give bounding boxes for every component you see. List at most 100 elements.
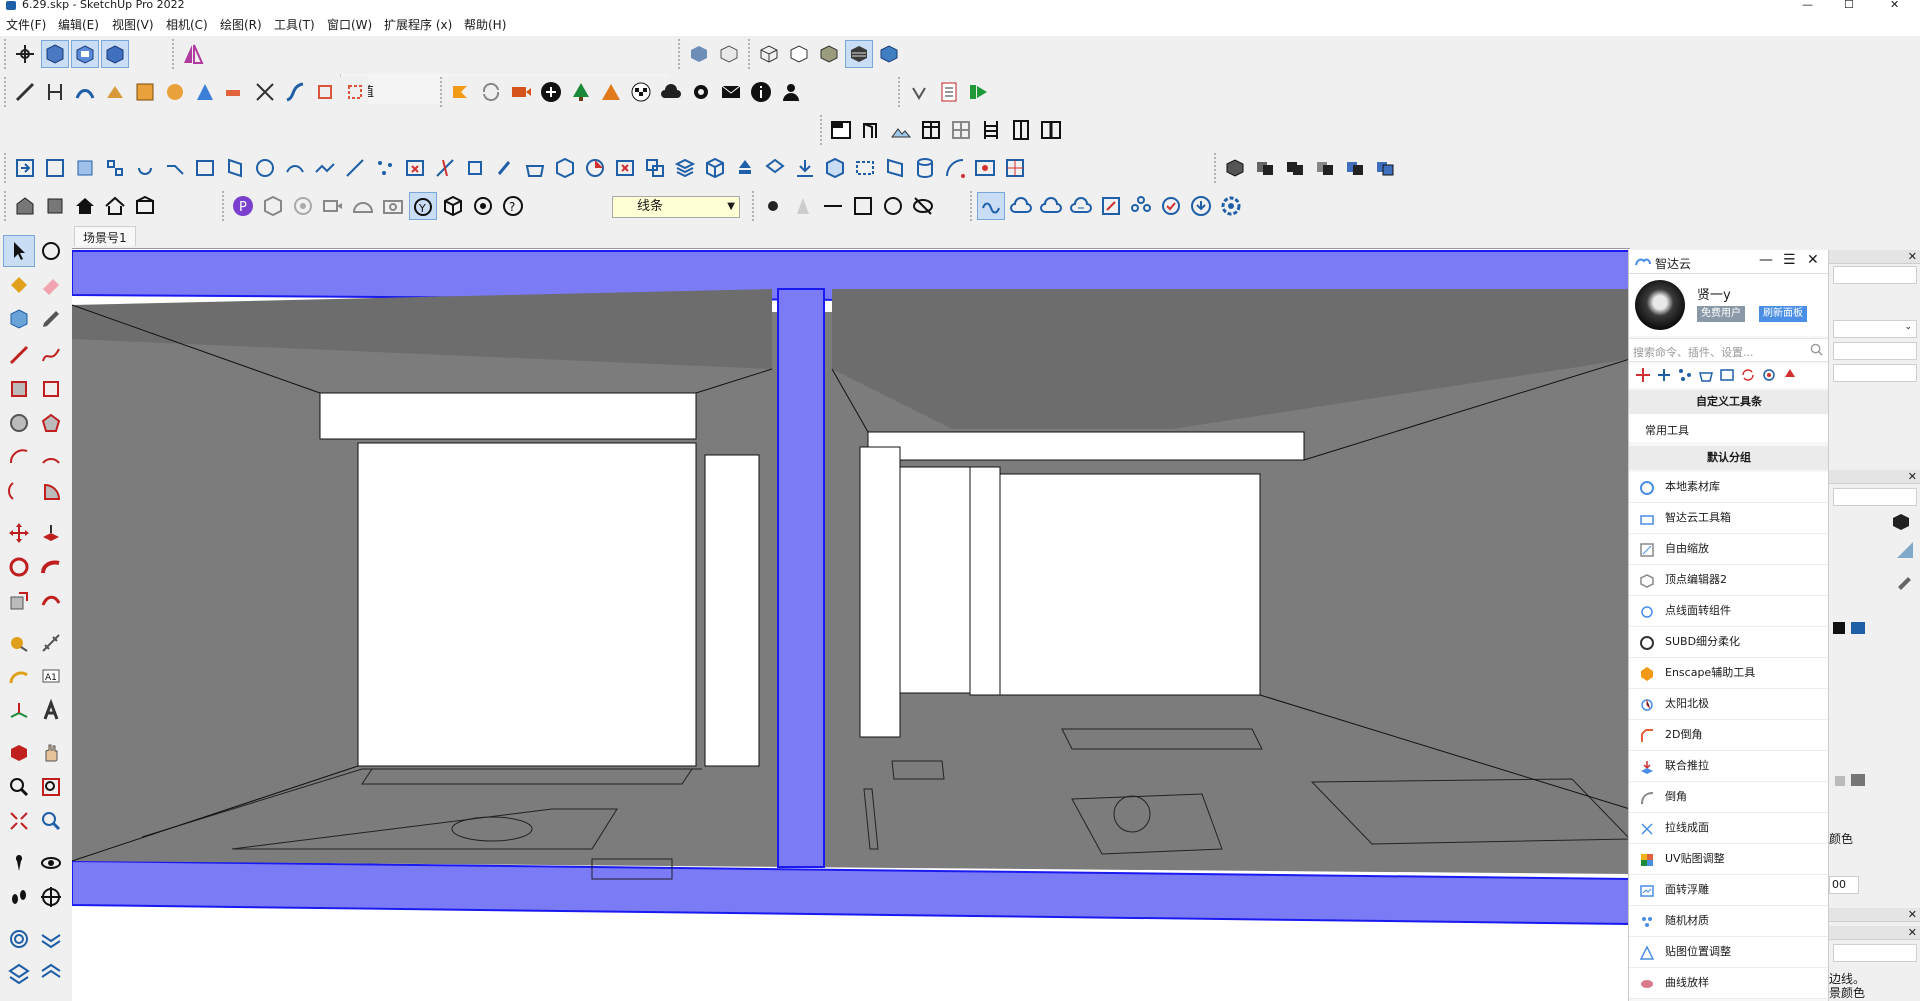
pencil-icon[interactable] [36, 304, 66, 334]
freehand-icon[interactable] [36, 340, 66, 370]
video-camera-icon[interactable] [320, 193, 346, 219]
cylinder-icon[interactable] [912, 155, 938, 181]
cloud-user-icon[interactable] [1008, 193, 1034, 219]
door-open-icon[interactable] [858, 117, 884, 143]
mirror-icon[interactable] [180, 41, 206, 67]
plugin-item[interactable]: Enscape辅助工具 [1629, 658, 1829, 689]
orbit-icon[interactable] [36, 236, 66, 266]
solid-split-icon[interactable] [1372, 155, 1398, 181]
solid-subtract-icon[interactable] [1312, 155, 1338, 181]
arc-tool-icon[interactable] [4, 442, 34, 472]
curve-tool-icon[interactable] [282, 79, 308, 105]
info-icon[interactable] [748, 79, 774, 105]
frame-select-icon[interactable] [852, 155, 878, 181]
move-axes-icon[interactable] [12, 41, 38, 67]
ungroup-icon[interactable] [342, 79, 368, 105]
landscape-icon[interactable] [888, 117, 914, 143]
tray-field[interactable] [1833, 944, 1917, 962]
wireframe-icon[interactable] [756, 41, 782, 67]
panel-icon[interactable] [222, 155, 248, 181]
settings-gear-icon[interactable] [688, 79, 714, 105]
plugin-item[interactable]: 随机材质 [1629, 906, 1829, 937]
expand-square-icon[interactable] [1098, 193, 1124, 219]
tray-eyedropper-icon[interactable] [1895, 570, 1915, 590]
select-box-icon[interactable] [72, 155, 98, 181]
double-door-icon[interactable] [1038, 117, 1064, 143]
zoom-extents-icon[interactable] [4, 806, 34, 836]
axes-tool-icon[interactable] [4, 696, 34, 726]
quick-target-icon[interactable] [1761, 367, 1777, 383]
hide-eye-icon[interactable] [910, 193, 936, 219]
line-draw-icon[interactable] [4, 340, 34, 370]
flag-face-icon[interactable] [882, 155, 908, 181]
cloud-download-icon[interactable] [1038, 193, 1064, 219]
menu-help[interactable]: 帮助(H) [464, 16, 506, 33]
pushpull-icon[interactable] [102, 79, 128, 105]
weld-icon[interactable] [162, 155, 188, 181]
arc-2pt-icon[interactable] [36, 442, 66, 472]
circle-download-icon[interactable] [1188, 193, 1214, 219]
warehouse-icon[interactable] [12, 193, 38, 219]
tray-close-icon[interactable]: ✕ [1908, 908, 1917, 921]
tray-spinner[interactable]: 00 [1829, 876, 1859, 894]
cloud-upload-icon[interactable] [658, 79, 684, 105]
tray-field[interactable] [1833, 266, 1917, 284]
rectangle-tool-icon[interactable] [4, 374, 34, 404]
rotated-rect-icon[interactable] [36, 374, 66, 404]
plugin-item[interactable]: 顶点编辑器2 [1629, 565, 1829, 596]
arc-3pt-icon[interactable] [4, 476, 34, 506]
tray-paint-icon[interactable] [1889, 510, 1913, 534]
quick-box-icon[interactable] [1719, 367, 1735, 383]
menu-tools[interactable]: 工具(T) [274, 16, 315, 33]
cloud-sync-icon[interactable] [977, 192, 1005, 220]
tape-measure-icon[interactable] [4, 628, 34, 658]
add-circle-icon[interactable] [538, 79, 564, 105]
pushpull-tool-icon[interactable] [36, 518, 66, 548]
tray-close-icon[interactable]: ✕ [1908, 470, 1917, 483]
polyline-icon[interactable] [312, 155, 338, 181]
plugin-item[interactable]: 太阳北极 [1629, 689, 1829, 720]
panel-close-button[interactable]: ✕ [1807, 252, 1819, 268]
split-edge-icon[interactable] [432, 155, 458, 181]
plugin-item[interactable]: 2D倒角 [1629, 720, 1829, 751]
minimize-button[interactable]: — [1802, 0, 1813, 10]
menu-extensions[interactable]: 扩展程序 (x) [384, 16, 452, 33]
dot-point-icon[interactable] [760, 193, 786, 219]
navigate-cross-icon[interactable] [36, 882, 66, 912]
monochrome-icon[interactable] [876, 41, 902, 67]
solid-outer-shell-icon[interactable] [1222, 155, 1248, 181]
dash-line-icon[interactable] [820, 193, 846, 219]
menu-file[interactable]: 文件(F) [6, 16, 46, 33]
photo-camera-icon[interactable] [380, 193, 406, 219]
polygon-tool-icon[interactable] [36, 408, 66, 438]
follow-me-icon[interactable] [72, 79, 98, 105]
maximize-button[interactable]: ☐ [1844, 0, 1854, 10]
pie-section-icon[interactable] [582, 155, 608, 181]
cross-box-icon[interactable] [612, 155, 638, 181]
sandbox-drape-icon[interactable] [36, 958, 66, 988]
delete-box-icon[interactable] [402, 155, 428, 181]
move-tool-icon[interactable] [4, 518, 34, 548]
front-view-icon[interactable] [101, 40, 129, 68]
circle-tool-icon[interactable] [4, 408, 34, 438]
cog-settings-icon[interactable] [1218, 193, 1244, 219]
menu-camera[interactable]: 相机(C) [166, 16, 208, 33]
orbit-box-icon[interactable] [260, 193, 286, 219]
fillet-icon[interactable] [162, 79, 188, 105]
plugin-item[interactable]: 贴图位置调整 [1629, 937, 1829, 968]
protractor-icon[interactable] [4, 662, 34, 692]
cube-add-icon[interactable] [552, 155, 578, 181]
tape-icon[interactable] [222, 79, 248, 105]
panel-menu-button[interactable]: ☰ [1783, 252, 1796, 268]
eraser-icon[interactable] [36, 270, 66, 300]
circle-outline-icon[interactable] [880, 193, 906, 219]
look-around-icon[interactable] [36, 848, 66, 878]
basket-icon[interactable] [522, 155, 548, 181]
plugin-item[interactable]: 倒角 [1629, 782, 1829, 813]
render-settings-icon[interactable] [470, 193, 496, 219]
zoom-window-icon[interactable] [36, 772, 66, 802]
avatar[interactable] [1635, 280, 1685, 330]
component-icon[interactable] [4, 304, 34, 334]
quick-arrows-icon[interactable] [1656, 367, 1672, 383]
line-tool-icon[interactable] [12, 79, 38, 105]
